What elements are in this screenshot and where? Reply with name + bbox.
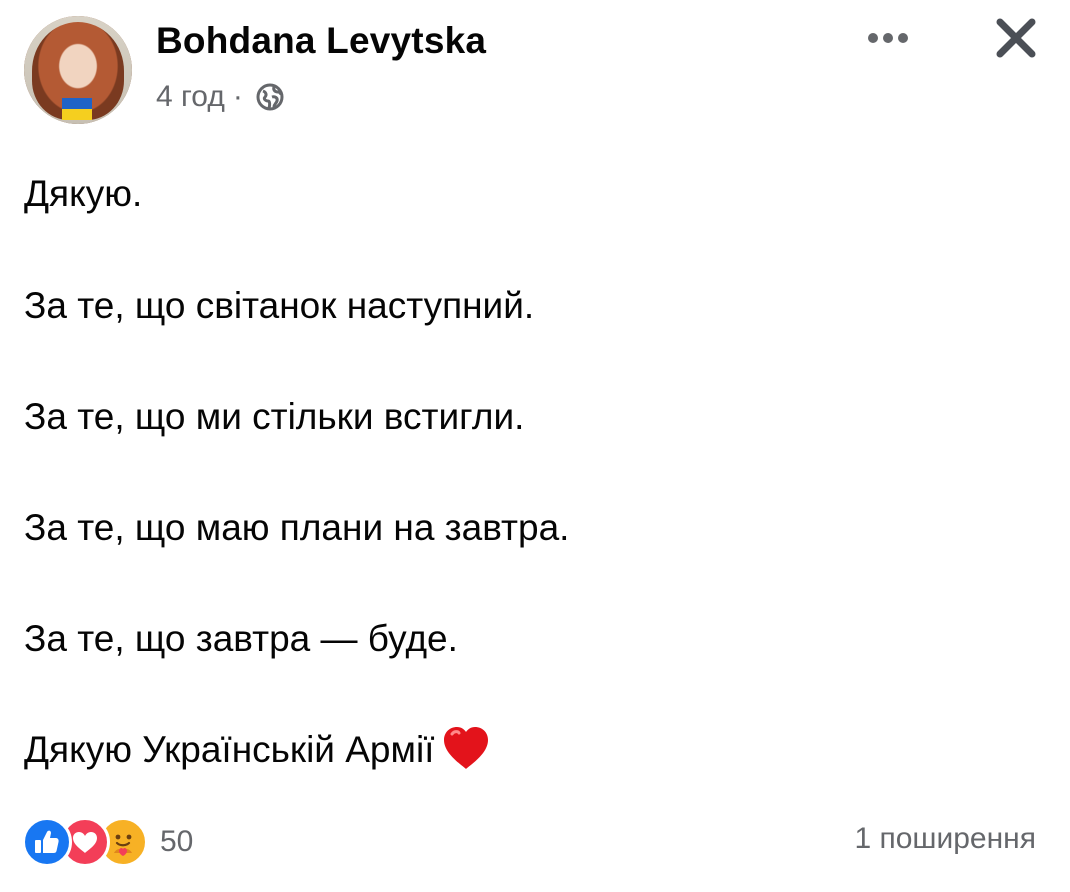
- post-card: Bohdana Levytska 4 год · Дякую. За те, щ…: [0, 0, 1070, 892]
- ukraine-flag-icon: [62, 98, 92, 120]
- post-line: За те, що маю плани на завтра.: [24, 507, 570, 548]
- heart-icon: [440, 722, 492, 774]
- avatar[interactable]: [24, 16, 132, 124]
- post-meta: 4 год ·: [156, 80, 285, 114]
- reaction-count[interactable]: 50: [160, 825, 193, 859]
- post-timestamp[interactable]: 4 год: [156, 80, 225, 114]
- reactions-summary[interactable]: 50: [22, 816, 193, 868]
- like-reaction-icon: [22, 817, 72, 867]
- close-icon: [996, 18, 1036, 58]
- shares-count[interactable]: 1 поширення: [854, 822, 1036, 856]
- author-name[interactable]: Bohdana Levytska: [156, 20, 486, 62]
- more-horizontal-icon: [868, 33, 908, 43]
- close-button[interactable]: [988, 10, 1044, 66]
- post-line: Дякую.: [24, 173, 143, 214]
- post-line: За те, що світанок наступний.: [24, 285, 535, 326]
- post-line-text: Дякую Українській Армії: [24, 729, 435, 770]
- post-line-last: Дякую Українській Армії: [24, 726, 492, 778]
- post-line: За те, що ми стільки встигли.: [24, 396, 525, 437]
- post-line: За те, що завтра — буде.: [24, 618, 458, 659]
- globe-icon: [255, 82, 285, 112]
- more-options-button[interactable]: [860, 20, 916, 56]
- meta-separator: ·: [232, 80, 243, 113]
